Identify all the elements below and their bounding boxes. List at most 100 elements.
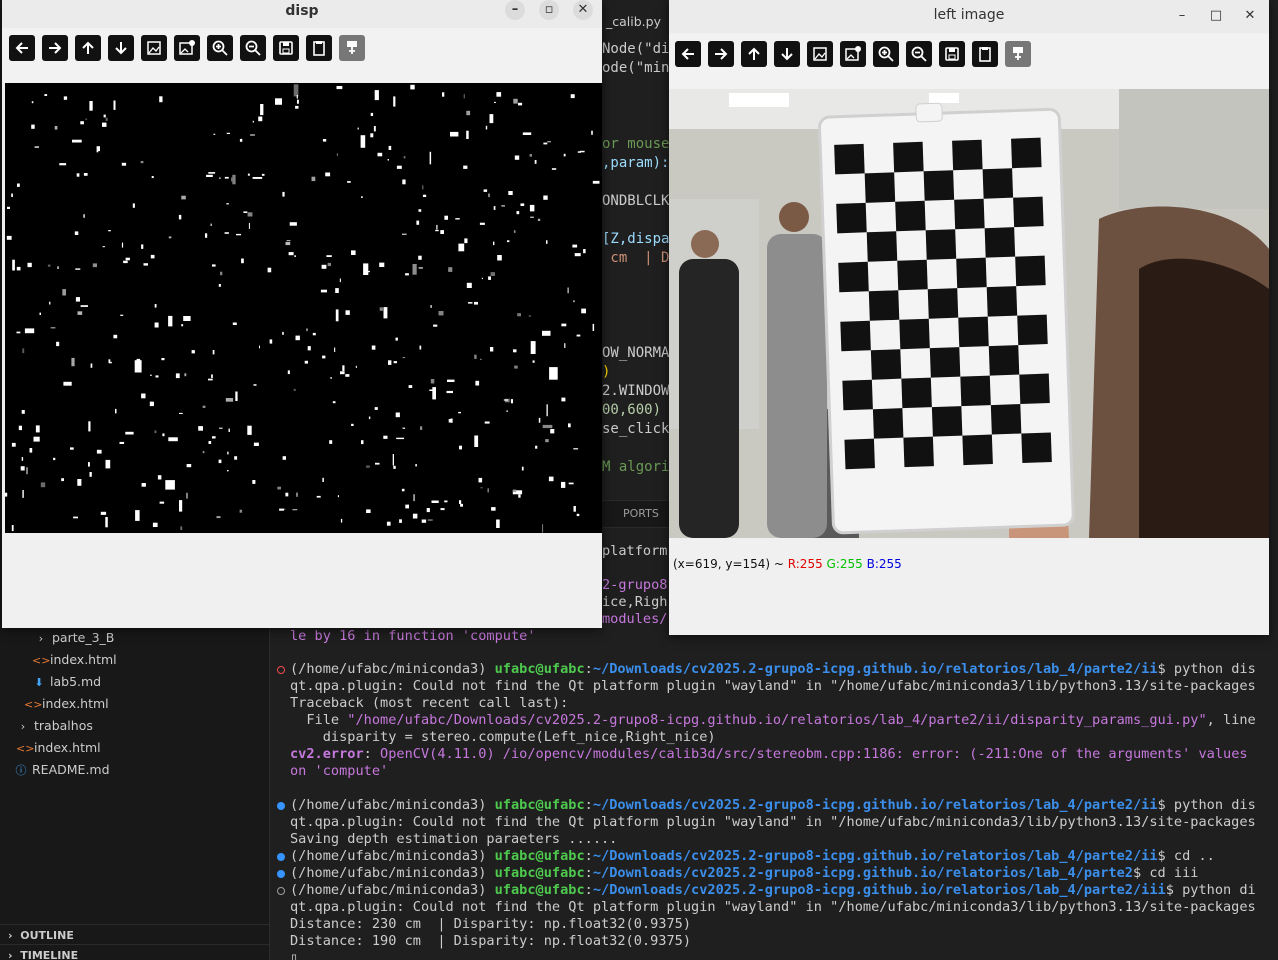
- image-settings-button[interactable]: [174, 35, 200, 61]
- disparity-speckle: [216, 516, 221, 519]
- disparity-speckle: [295, 335, 300, 341]
- disparity-speckle: [379, 262, 385, 267]
- arrow-left-button[interactable]: [9, 35, 35, 61]
- disp-titlebar[interactable]: disp – ▫ ✕: [2, 0, 602, 28]
- terminal-text-segment: ufabc@ufabc: [494, 661, 585, 677]
- disparity-speckle: [421, 519, 427, 523]
- success-marker-icon[interactable]: [277, 802, 285, 810]
- disparity-speckle: [432, 387, 436, 400]
- disparity-speckle: [105, 517, 108, 528]
- checkerboard: [818, 102, 1075, 535]
- disparity-speckle: [80, 121, 84, 125]
- terminal-text-segment: (/home/ufabc/miniconda3): [290, 882, 495, 898]
- disparity-speckle: [399, 519, 402, 523]
- timeline-section[interactable]: › TIMELINE: [0, 944, 270, 960]
- chevron-right-icon: ›: [20, 720, 26, 733]
- tab-ports[interactable]: PORTS: [623, 507, 659, 520]
- disparity-speckle: [5, 492, 8, 497]
- image-button[interactable]: [141, 35, 167, 61]
- terminal-line: qt.qpa.plugin: Could not find the Qt pla…: [290, 678, 1256, 695]
- save-button[interactable]: [273, 35, 299, 61]
- arrow-down-button[interactable]: [108, 35, 134, 61]
- zoom-in-button[interactable]: [207, 35, 233, 61]
- disparity-speckle: [418, 267, 423, 269]
- disparity-speckle: [576, 334, 581, 337]
- image-settings-button[interactable]: [840, 41, 866, 67]
- disparity-speckle: [561, 323, 567, 327]
- terminal-text-segment: Traceback (most recent call last):: [290, 695, 569, 711]
- tree-folder-trabalhos[interactable]: › trabalhos: [16, 715, 93, 737]
- disparity-speckle: [11, 442, 16, 447]
- pending-marker-icon[interactable]: [277, 887, 285, 895]
- tree-file-readme[interactable]: ⓘ README.md: [14, 759, 110, 781]
- success-marker-icon[interactable]: [277, 870, 285, 878]
- tree-folder-parte-3-b[interactable]: › parte_3_B: [34, 627, 115, 649]
- terminal-line: cv2.error: OpenCV(4.11.0) /io/opencv/mod…: [290, 746, 1248, 763]
- disparity-speckle: [412, 513, 418, 519]
- arrow-up-button[interactable]: [741, 41, 767, 67]
- disparity-speckle: [63, 96, 68, 100]
- disparity-speckle: [366, 509, 371, 513]
- disparity-speckle: [463, 165, 468, 169]
- zoom-out-button[interactable]: [906, 41, 932, 67]
- close-button[interactable]: ✕: [573, 0, 593, 20]
- minimize-button[interactable]: –: [1172, 6, 1192, 26]
- error-marker-icon[interactable]: [277, 666, 285, 674]
- arrow-down-button[interactable]: [774, 41, 800, 67]
- terminal-panel[interactable]: (/home/ufabc/miniconda3) ufabc@ufabc:~/D…: [270, 630, 1278, 960]
- disparity-speckle: [202, 451, 205, 454]
- close-button[interactable]: ✕: [1240, 6, 1260, 26]
- checker-cell: [903, 436, 934, 468]
- tree-file-lab5-md[interactable]: ⬇ lab5.md: [32, 671, 101, 693]
- minimize-button[interactable]: –: [505, 0, 525, 20]
- clipboard-button[interactable]: [972, 41, 998, 67]
- disparity-speckle: [480, 358, 482, 360]
- arrow-up-button[interactable]: [75, 35, 101, 61]
- outline-section[interactable]: › OUTLINE: [0, 924, 270, 946]
- arrow-left-button[interactable]: [675, 41, 701, 67]
- tree-file-index-html[interactable]: <>index.html: [16, 737, 101, 759]
- success-marker-icon[interactable]: [277, 853, 285, 861]
- disparity-speckle: [393, 465, 396, 469]
- left-image-window: left image – □ ✕ (x=619, y=154) ~ R:255 …: [669, 0, 1269, 635]
- disparity-speckle: [247, 173, 250, 176]
- chevron-right-icon: ›: [38, 632, 44, 645]
- code-view[interactable]: Node("di ode("min or mouse ,param): ONDBLCLK…: [602, 0, 670, 500]
- left-image-titlebar[interactable]: left image – □ ✕: [669, 0, 1269, 33]
- properties-button[interactable]: [339, 35, 365, 61]
- image-button[interactable]: [807, 41, 833, 67]
- arrow-right-button[interactable]: [42, 35, 68, 61]
- disparity-speckle: [178, 214, 182, 220]
- disparity-speckle: [31, 124, 35, 129]
- disparity-speckle: [321, 264, 327, 269]
- disparity-speckle: [478, 477, 483, 483]
- disparity-speckle: [247, 212, 253, 217]
- disparity-speckle: [206, 174, 213, 177]
- terminal-text-segment: disparity = stereo.compute(Left_nice,Rig…: [290, 729, 716, 745]
- disparity-speckle: [418, 255, 422, 260]
- camera-image[interactable]: [669, 89, 1269, 538]
- disparity-speckle: [532, 360, 535, 363]
- disparity-speckle: [383, 435, 388, 439]
- disparity-speckle: [16, 266, 21, 271]
- terminal-text-segment: (/home/ufabc/miniconda3): [290, 865, 495, 881]
- zoom-in-button[interactable]: [873, 41, 899, 67]
- save-button[interactable]: [939, 41, 965, 67]
- tree-file-index-html[interactable]: <>index.html: [32, 649, 117, 671]
- terminal-text-segment: :: [584, 882, 593, 898]
- arrow-right-button[interactable]: [708, 41, 734, 67]
- disparity-speckle: [592, 180, 600, 184]
- disparity-speckle: [228, 428, 230, 432]
- disparity-speckle: [175, 373, 180, 379]
- save-icon: [279, 41, 293, 55]
- properties-button[interactable]: [1005, 41, 1031, 67]
- disparity-speckle: [561, 397, 566, 402]
- checker-cell: [954, 198, 985, 230]
- maximize-button[interactable]: □: [1206, 6, 1226, 26]
- disparity-image[interactable]: [5, 83, 602, 533]
- disparity-speckle: [135, 510, 140, 521]
- maximize-button[interactable]: ▫: [539, 0, 559, 20]
- clipboard-button[interactable]: [306, 35, 332, 61]
- zoom-out-button[interactable]: [240, 35, 266, 61]
- tree-file-index-html[interactable]: <>index.html: [24, 693, 109, 715]
